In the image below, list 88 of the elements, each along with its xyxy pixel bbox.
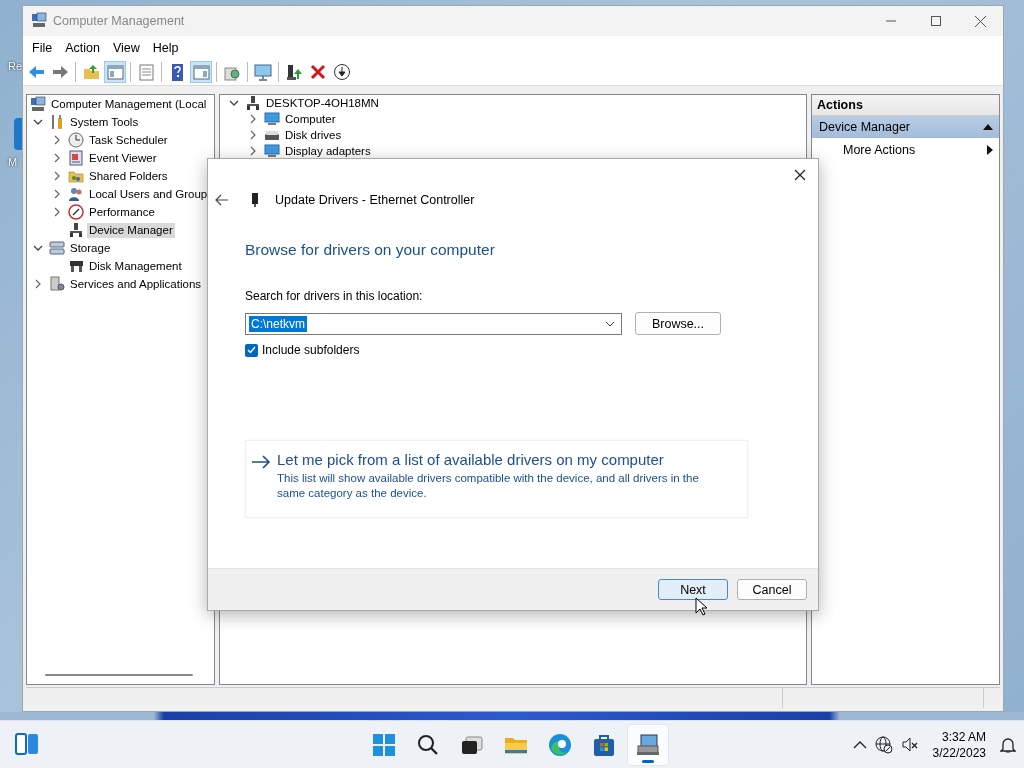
tree-item[interactable]: Storage — [68, 240, 113, 256]
clock-time[interactable]: 3:32 AM — [941, 728, 986, 745]
no-entry-icon — [68, 204, 84, 220]
tree-item[interactable]: System Tools — [68, 114, 141, 130]
download-icon — [333, 63, 351, 81]
collapse-chevron-icon[interactable] — [33, 243, 43, 253]
tree-item[interactable]: Computer — [283, 111, 338, 127]
option-description: This list will show available drivers compatible with the device, and all drivers in the same category as the device. — [277, 471, 700, 501]
action-item[interactable]: More Actions — [812, 138, 999, 162]
tree-item[interactable]: Performance — [87, 204, 157, 220]
device-manager-icon — [68, 222, 84, 238]
remove-icon — [309, 63, 327, 81]
console-tree-icon — [106, 63, 124, 81]
monitor-icon — [264, 111, 280, 127]
window-title: Computer Management — [53, 14, 185, 28]
clock-date[interactable]: 3/22/2023 — [932, 744, 986, 761]
menu-item[interactable]: File — [27, 38, 61, 57]
dialog-title: Update Drivers - Ethernet Controller — [275, 193, 475, 207]
driver-update-icon — [285, 63, 303, 81]
right-arrow-icon — [252, 455, 271, 469]
submenu-arrow-icon — [987, 145, 993, 155]
notification-bell-icon[interactable] — [1000, 735, 1016, 754]
actions-section[interactable]: Device Manager — [812, 116, 999, 138]
clock-icon — [68, 132, 84, 148]
dialog-button[interactable]: Next — [658, 579, 728, 600]
tree-item[interactable]: Computer Management (Local — [49, 96, 209, 112]
expand-chevron-icon[interactable] — [52, 189, 62, 199]
checkbox-label: Include subfolders — [262, 343, 360, 357]
device-icon — [251, 193, 259, 207]
menu-item[interactable]: Action — [60, 38, 108, 57]
expand-chevron-icon[interactable] — [52, 135, 62, 145]
properties-icon — [137, 63, 155, 81]
widgets-icon[interactable] — [14, 731, 40, 757]
up-folder-icon — [82, 63, 100, 81]
actions-header: Actions — [812, 95, 999, 116]
expand-chevron-icon[interactable] — [52, 153, 62, 163]
expand-chevron-icon[interactable] — [248, 146, 258, 156]
option-card[interactable]: Let me pick from a list of available drivers on my computer This list will show available drivers compatible with the device, and all drivers in the same category as the device. — [245, 440, 748, 518]
services-icon — [49, 276, 65, 292]
tree-item[interactable]: Shared Folders — [87, 168, 170, 184]
location-combo-box[interactable]: C:\netkvm — [245, 312, 622, 335]
tree-item[interactable]: Event Viewer — [87, 150, 159, 166]
back-arrow-icon — [27, 63, 45, 81]
collapse-chevron-icon[interactable] — [229, 98, 239, 108]
menu-item[interactable]: View — [107, 38, 148, 57]
users-icon — [68, 186, 84, 202]
tree-item[interactable]: Local Users and Group — [87, 186, 210, 202]
expand-chevron-icon[interactable] — [33, 279, 43, 289]
expand-chevron-icon[interactable] — [248, 114, 258, 124]
toolbar-button[interactable] — [331, 61, 353, 83]
field-label: Search for drivers in this location: — [245, 289, 424, 303]
maximize-icon[interactable] — [930, 16, 941, 26]
tree-item[interactable]: Device Manager — [87, 222, 175, 238]
tree-item[interactable]: Disk drives — [283, 127, 344, 143]
browse-button[interactable]: Browse... — [635, 312, 721, 335]
tree-item[interactable]: Task Scheduler — [87, 132, 170, 148]
expand-chevron-icon[interactable] — [248, 130, 258, 140]
dialog-heading: Browse for drivers on your computer — [245, 241, 496, 259]
tools-icon — [49, 114, 65, 130]
menu-item[interactable]: Help — [147, 38, 187, 57]
tree-item[interactable]: DESKTOP-4OH18MN — [264, 95, 381, 111]
scrollbar-thumb[interactable] — [45, 674, 193, 676]
checkbox[interactable] — [245, 343, 258, 357]
shared-folder-icon — [68, 168, 84, 184]
action-pane-icon — [192, 63, 210, 81]
tree-item[interactable]: Services and Applications — [68, 276, 204, 292]
tree-item[interactable]: Disk Management — [87, 258, 184, 274]
device-manager-icon — [245, 95, 261, 111]
dialog-button[interactable]: Cancel — [737, 579, 807, 600]
chevron-up-icon[interactable] — [852, 739, 867, 750]
disk-icon — [68, 258, 84, 274]
speaker-muted-icon[interactable] — [900, 735, 919, 754]
computer-icon — [31, 11, 47, 28]
event-log-icon — [68, 150, 84, 166]
option-link[interactable]: Let me pick from a list of available drivers on my computer — [277, 451, 727, 468]
collapse-triangle-icon[interactable] — [983, 123, 993, 131]
forward-arrow-icon — [51, 63, 69, 81]
collapse-chevron-icon[interactable] — [33, 117, 43, 127]
monitor-icon — [264, 143, 280, 159]
globe-icon[interactable] — [874, 735, 893, 754]
computer-icon — [30, 96, 46, 112]
close-icon[interactable] — [975, 15, 986, 27]
storage-icon — [49, 240, 65, 256]
back-arrow-icon[interactable] — [215, 194, 229, 206]
tree-item[interactable]: Display adapters — [283, 143, 373, 159]
expand-chevron-icon[interactable] — [52, 207, 62, 217]
expand-chevron-icon[interactable] — [52, 171, 62, 181]
monitor-icon — [254, 63, 272, 81]
